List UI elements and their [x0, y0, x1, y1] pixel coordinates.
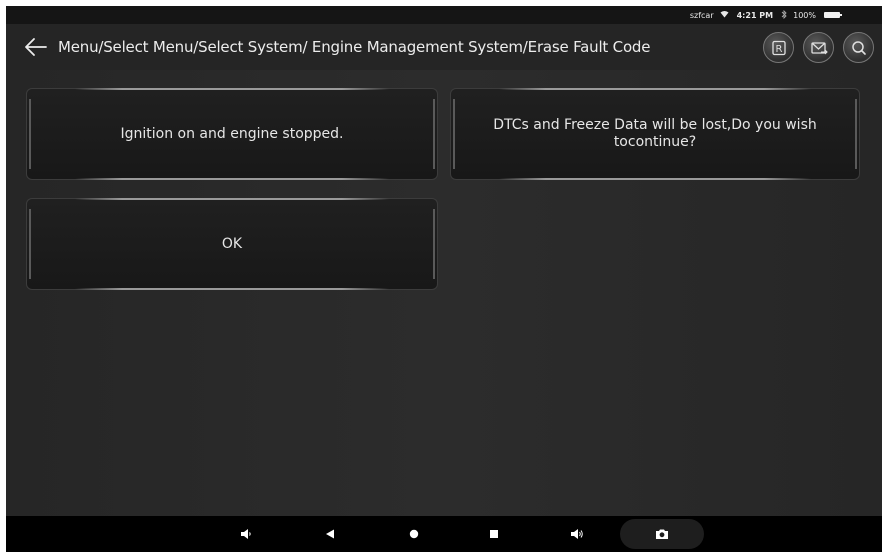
volume-down-icon [241, 529, 251, 539]
ignition-message-text: Ignition on and engine stopped. [120, 125, 344, 142]
report-button[interactable]: R [763, 32, 794, 63]
carrier-label: szfcar [689, 10, 714, 20]
svg-text:R: R [775, 44, 782, 55]
wifi-icon [720, 10, 729, 20]
ok-button-label: OK [221, 235, 243, 252]
ok-button[interactable]: OK [26, 198, 438, 290]
card-edge [433, 209, 435, 279]
warning-message-text: DTCs and Freeze Data will be lost,Do you… [493, 117, 817, 150]
card-edge [855, 99, 857, 169]
header-actions: R [763, 32, 874, 63]
back-triangle-icon [326, 529, 334, 539]
top-header: Menu/Select Menu/Select System/ Engine M… [6, 24, 882, 70]
mail-button[interactable] [803, 32, 834, 63]
breadcrumb: Menu/Select Menu/Select System/ Engine M… [58, 38, 651, 56]
warning-message-card: DTCs and Freeze Data will be lost,Do you… [450, 88, 860, 180]
content-area: Ignition on and engine stopped. DTCs and… [6, 70, 882, 516]
home-dot-icon [409, 529, 419, 539]
r-box-icon: R [771, 40, 786, 55]
back-button[interactable] [320, 516, 340, 552]
home-button[interactable] [404, 516, 424, 552]
ignition-message-card: Ignition on and engine stopped. [26, 88, 438, 180]
battery-icon [824, 12, 842, 18]
battery-percent: 100% [793, 10, 816, 20]
system-nav-bar [6, 516, 882, 552]
camera-icon [656, 529, 668, 539]
card-edge [29, 99, 31, 169]
card-edge [29, 209, 31, 279]
recents-square-icon [490, 530, 498, 538]
card-edge [453, 99, 455, 169]
volume-up-icon [571, 529, 583, 539]
volume-up-button[interactable] [566, 516, 588, 552]
recents-button[interactable] [484, 516, 504, 552]
screenshot-button[interactable] [620, 519, 704, 549]
volume-down-button[interactable] [236, 516, 256, 552]
bluetooth-icon [781, 9, 787, 21]
search-icon [851, 40, 866, 55]
mail-icon [810, 41, 828, 54]
search-button[interactable] [843, 32, 874, 63]
clock: 4:21 PM [736, 10, 774, 20]
status-bar: szfcar 4:21 PM 100% [6, 6, 882, 24]
tablet-screen: szfcar 4:21 PM 100% Menu/Select Menu/Sel… [6, 6, 882, 552]
arrow-left-icon[interactable] [24, 37, 48, 57]
card-edge [433, 99, 435, 169]
